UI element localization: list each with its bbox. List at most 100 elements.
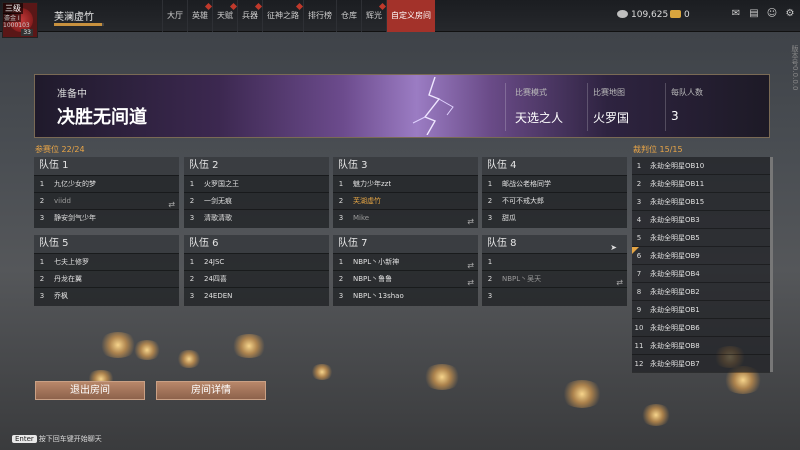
team-slot[interactable]: 3 (482, 287, 627, 304)
button-label: 房间详情 (191, 385, 231, 396)
referee-slot[interactable]: 6 永劫全明星OB9 (632, 247, 770, 265)
friends-icon[interactable]: ☺ (766, 8, 778, 20)
team-slot[interactable]: 2 24四喜 (184, 270, 329, 287)
avatar[interactable]: 三级 鎏金 I 1000103 33 (2, 2, 38, 38)
player-name: Mike (353, 213, 370, 222)
referee-name: 永劫全明星OB7 (650, 360, 700, 368)
team-slot[interactable]: 1 九亿少女的梦 (34, 175, 179, 192)
team-slot[interactable]: 2 不可不戒大郎 (482, 192, 627, 209)
referee-slot[interactable]: 8 永劫全明星OB2 (632, 283, 770, 301)
tab-label: 天赋 (217, 11, 233, 20)
referee-name: 永劫全明星OB2 (650, 288, 700, 296)
team-slot[interactable]: 1 邮战公老格同学 (482, 175, 627, 192)
slot-number: 1 (39, 257, 45, 266)
team-slot[interactable]: 3 NBPL丶13shao (333, 287, 478, 304)
team-size-value: 3 (671, 109, 679, 123)
player-name: 24JSC (204, 257, 225, 266)
team-slot[interactable]: 3 Mike ⇄ (333, 209, 478, 226)
referee-slot[interactable]: 3 永劫全明星OB15 (632, 193, 770, 211)
alert-dot-icon (295, 2, 304, 11)
team-slot[interactable]: 3 静安剑气少年 (34, 209, 179, 226)
team-slot[interactable]: 2 NBPL丶吴天 ⇄ (482, 270, 627, 287)
main-nav: 大厅 英雄 天赋 兵器 征神之路 排行榜 仓库 辉光 自定义房间 (162, 0, 435, 32)
tab-storage[interactable]: 仓库 (336, 0, 361, 32)
referee-name: 永劫全明星OB11 (650, 180, 705, 188)
team-name: 队伍 6 (189, 238, 219, 249)
lantern-glow (640, 404, 672, 426)
team-slot[interactable]: 3 甜瓜 (482, 209, 627, 226)
referee-slot[interactable]: 10 永劫全明星OB6 (632, 319, 770, 337)
tab-label: 仓库 (341, 11, 357, 20)
team-slot[interactable]: 3 清歌清歌 (184, 209, 329, 226)
player-name: 芙湖虚竹 (353, 196, 381, 205)
slot-number: 7 (636, 270, 642, 278)
referee-name: 永劫全明星OB9 (650, 252, 700, 260)
player-name: 丹龙在翼 (54, 274, 82, 283)
tab-weapons[interactable]: 兵器 (237, 0, 263, 32)
team-slot[interactable]: 2 NBPL丶鲁鲁 ⇄ (333, 270, 478, 287)
referee-slot[interactable]: 5 永劫全明星OB5 (632, 229, 770, 247)
referee-slot[interactable]: 7 永劫全明星OB4 (632, 265, 770, 283)
banner-divider (587, 83, 588, 131)
referee-slot[interactable]: 12 永劫全明星OB7 (632, 355, 770, 373)
tab-custom-room[interactable]: 自定义房间 (386, 0, 435, 32)
team-slot[interactable]: 2 viidd ⇄ (34, 192, 179, 209)
team-slot[interactable]: 1 魅力少年zzt (333, 175, 478, 192)
referee-slot[interactable]: 9 永劫全明星OB1 (632, 301, 770, 319)
room-details-button[interactable]: 房间详情 (156, 381, 266, 400)
referee-slot[interactable]: 11 永劫全明星OB8 (632, 337, 770, 355)
tab-heroes[interactable]: 英雄 (187, 0, 213, 32)
team-slot[interactable]: 1 NBPL丶小新神 ⇄ (333, 253, 478, 270)
referees-label: 裁判位 15/15 (633, 145, 683, 154)
player-name: 乔枫 (54, 291, 68, 300)
slot-number: 3 (39, 291, 45, 300)
team-card: 队伍 8 ➤ 1 2 NBPL丶吴天 ⇄ 3 (482, 235, 627, 306)
slot-number: 2 (39, 196, 45, 205)
referee-list: 1 永劫全明星OB10 2 永劫全明星OB11 3 永劫全明星OB15 4 永劫全明星OB3 5… (632, 157, 770, 373)
referee-slot[interactable]: 1 永劫全明星OB10 (632, 157, 770, 175)
tab-talents[interactable]: 天赋 (212, 0, 238, 32)
player-uid: 1000103 (3, 22, 30, 29)
team-slot[interactable]: 1 (482, 253, 627, 270)
team-slot[interactable]: 3 乔枫 (34, 287, 179, 304)
slot-number: 3 (487, 213, 493, 222)
slot-number: 2 (487, 274, 493, 283)
lantern-glow (176, 350, 202, 368)
slot-number: 1 (636, 162, 642, 170)
player-rank: 鎏金 I (3, 13, 21, 22)
lantern-glow (98, 332, 138, 358)
team-slot[interactable]: 3 24EDEN (184, 287, 329, 304)
referee-scrollbar[interactable] (770, 157, 773, 372)
exit-room-button[interactable]: 退出房间 (35, 381, 145, 400)
team-header: 队伍 3 (333, 157, 478, 175)
lightning-icon (412, 77, 454, 135)
tab-glow[interactable]: 辉光 (361, 0, 387, 32)
chat-hint[interactable]: Enter 按下回车键开始聊天 (12, 434, 102, 444)
slot-number: 1 (189, 179, 195, 188)
tab-path[interactable]: 征神之路 (262, 0, 304, 32)
swap-icon[interactable]: ⇄ (467, 213, 474, 230)
settings-icon[interactable]: ⚙ (784, 8, 796, 20)
team-slot[interactable]: 1 火罗国之王 (184, 175, 329, 192)
tab-lobby[interactable]: 大厅 (162, 0, 187, 32)
team-header: 队伍 2 (184, 157, 329, 175)
team-slot[interactable]: 2 丹龙在翼 (34, 270, 179, 287)
player-name: 24EDEN (204, 291, 233, 300)
team-slot[interactable]: 2 芙湖虚竹 (333, 192, 478, 209)
tab-leaderboard[interactable]: 排行榜 (303, 0, 336, 32)
message-icon[interactable]: ▤ (748, 8, 760, 20)
tab-label: 英雄 (192, 11, 208, 20)
team-slot[interactable]: 1 七夫上修罗 (34, 253, 179, 270)
team-slot[interactable]: 1 24JSC (184, 253, 329, 270)
team-size-label: 每队人数 (671, 88, 703, 97)
slot-number: 3 (189, 213, 195, 222)
button-label: 退出房间 (70, 385, 110, 396)
team-slot[interactable]: 2 一剑无痕 (184, 192, 329, 209)
coin-icon (617, 10, 628, 18)
mail-icon[interactable]: ✉ (730, 8, 742, 20)
team-card: 队伍 3 1 魅力少年zzt 2 芙湖虚竹 3 Mike ⇄ (333, 157, 478, 228)
player-name: 邮战公老格同学 (502, 179, 551, 188)
referee-slot[interactable]: 2 永劫全明星OB11 (632, 175, 770, 193)
referee-slot[interactable]: 4 永劫全明星OB3 (632, 211, 770, 229)
slot-number: 1 (487, 179, 493, 188)
